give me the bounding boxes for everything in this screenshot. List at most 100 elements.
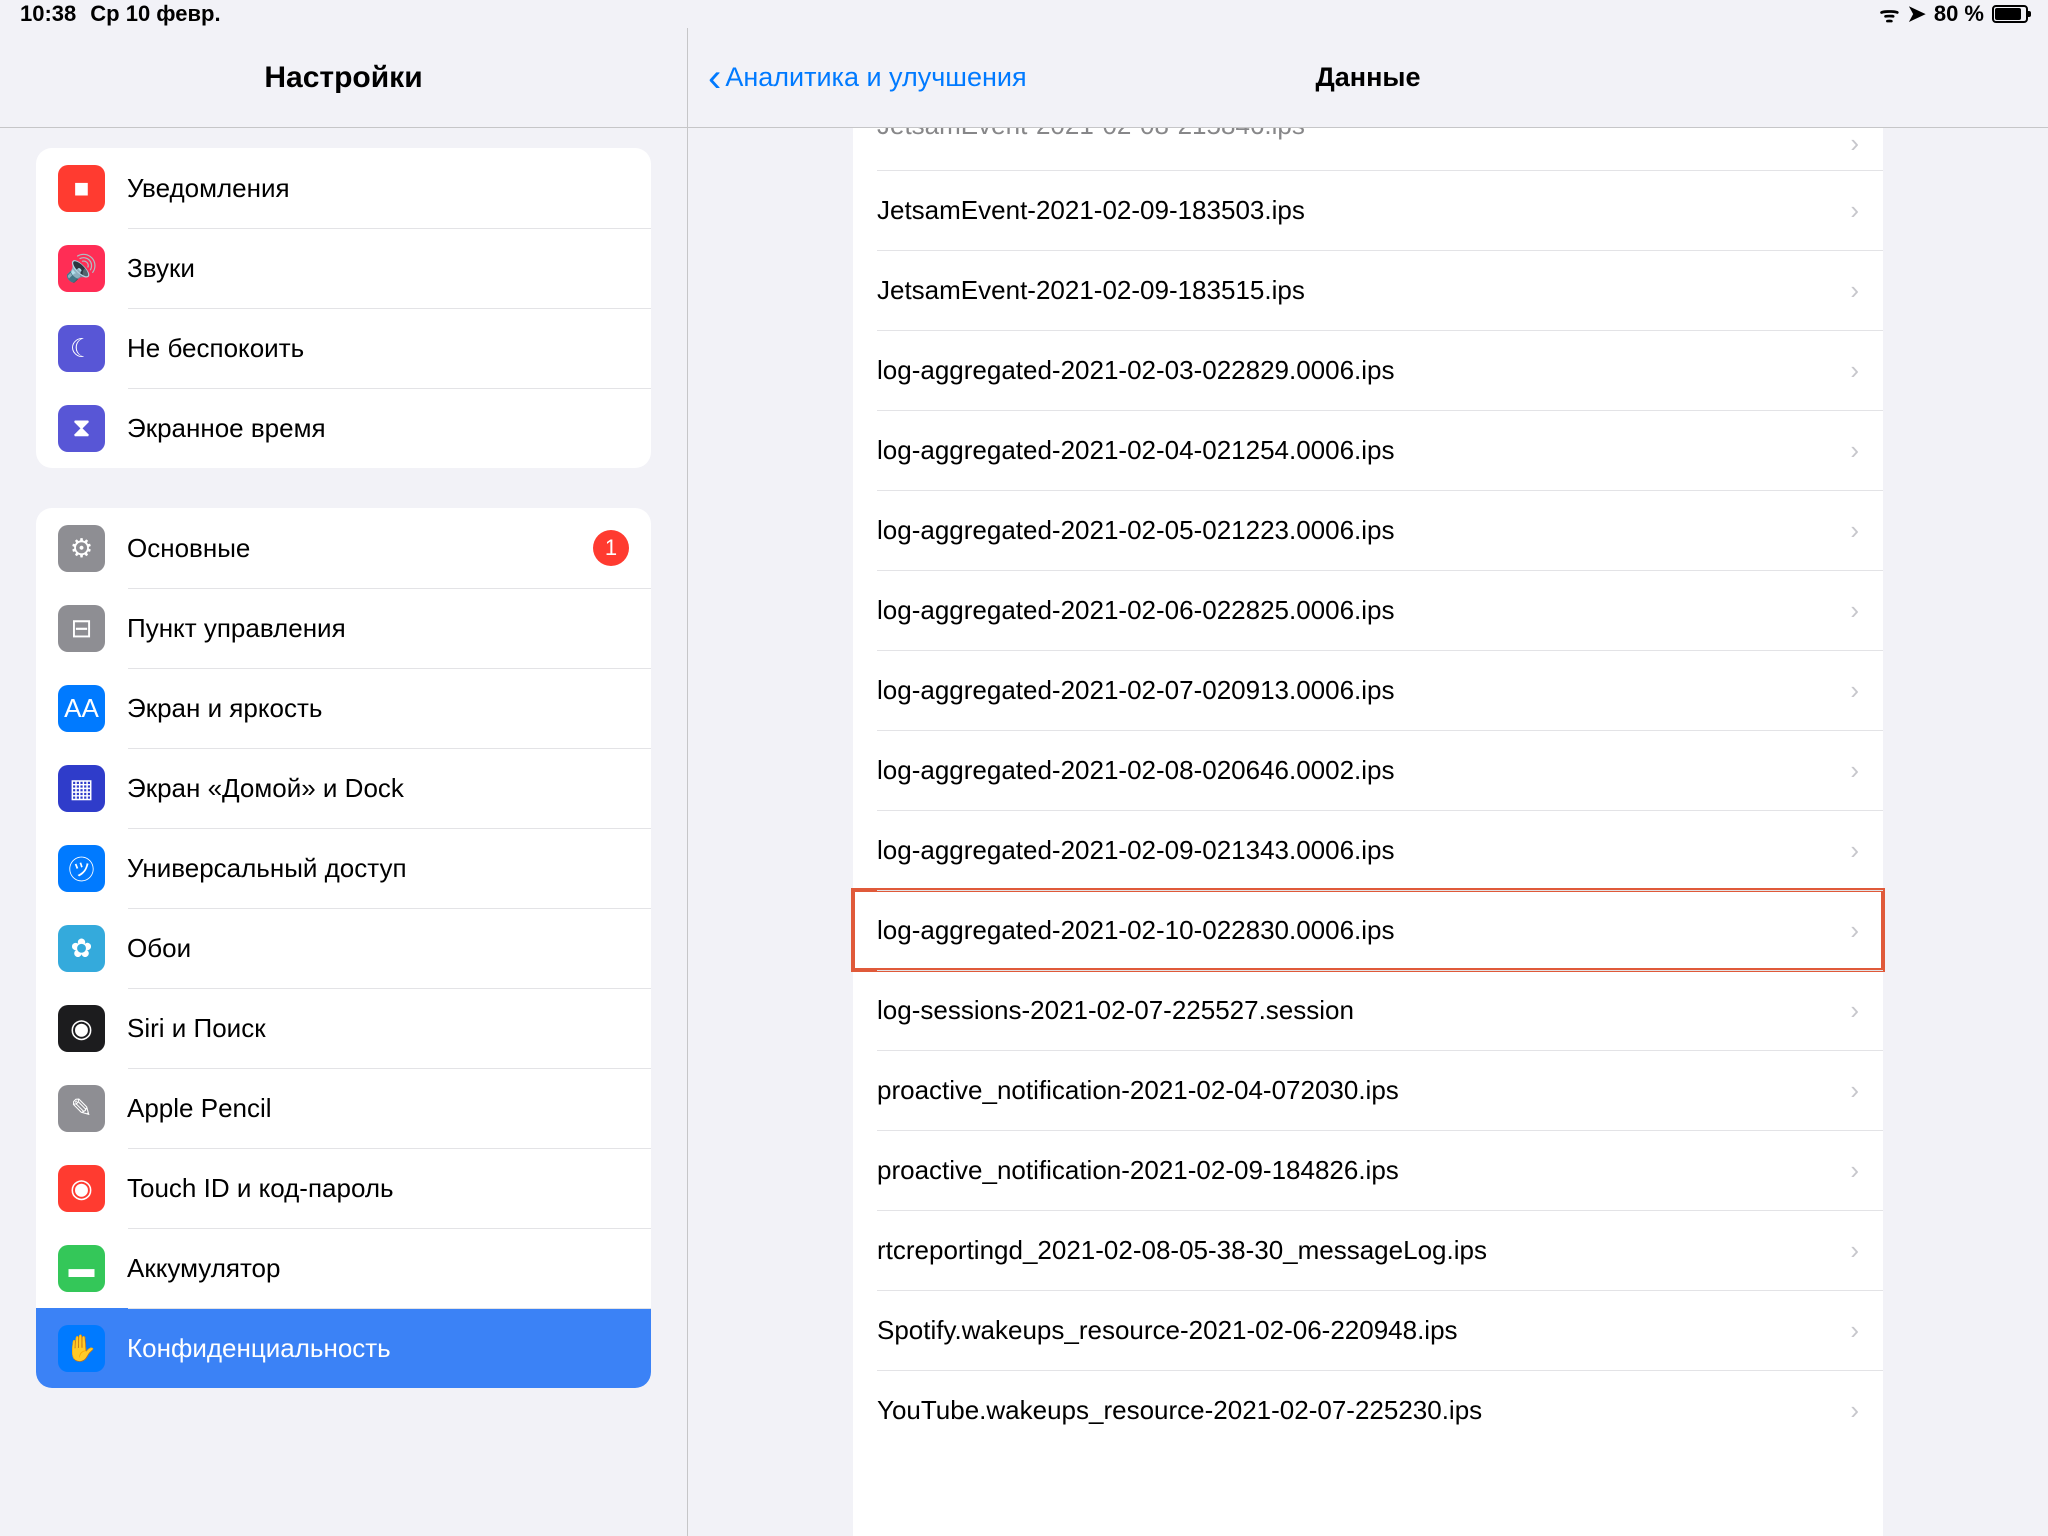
location-icon: ➤ (1907, 1, 1925, 27)
list-item[interactable]: log-aggregated-2021-02-04-021254.0006.ip… (853, 410, 1883, 490)
sidebar-item-конфиденциальность[interactable]: ✋Конфиденциальность (36, 1308, 651, 1388)
list-item[interactable]: log-aggregated-2021-02-07-020913.0006.ip… (853, 650, 1883, 730)
settings-icon: ■ (58, 165, 105, 212)
settings-icon: ✎ (58, 1085, 105, 1132)
sidebar-item-label: Не беспокоить (127, 333, 629, 364)
list-item-label: proactive_notification-2021-02-09-184826… (877, 1155, 1850, 1186)
sidebar-item-label: Экран и яркость (127, 693, 629, 724)
settings-icon: ☾ (58, 325, 105, 372)
sidebar-item-пункт-управления[interactable]: ⊟ Пункт управления (36, 588, 651, 668)
sidebar-item-siri-и-поиск[interactable]: ◉ Siri и Поиск (36, 988, 651, 1068)
chevron-right-icon: › (1850, 355, 1859, 386)
settings-icon: ⊟ (58, 605, 105, 652)
sidebar-item-label: Основные (127, 533, 593, 564)
sidebar-title: Настройки (264, 61, 422, 95)
sidebar-item-label: Touch ID и код-пароль (127, 1173, 629, 1204)
back-button[interactable]: ‹ Аналитика и улучшения (708, 58, 1027, 98)
list-item-label: log-aggregated-2021-02-04-021254.0006.ip… (877, 435, 1850, 466)
sidebar-item-label: Экран «Домой» и Dock (127, 773, 629, 804)
chevron-right-icon: › (1850, 835, 1859, 866)
chevron-right-icon: › (1850, 275, 1859, 306)
list-item[interactable]: log-aggregated-2021-02-05-021223.0006.ip… (853, 490, 1883, 570)
chevron-right-icon: › (1850, 595, 1859, 626)
sidebar-item-не-беспокоить[interactable]: ☾ Не беспокоить (36, 308, 651, 388)
list-item[interactable]: log-sessions-2021-02-07-225527.session› (853, 970, 1883, 1050)
sidebar-item-label: Звуки (127, 253, 629, 284)
sidebar-item-label: Siri и Поиск (127, 1013, 629, 1044)
list-item-label: YouTube.wakeups_resource-2021-02-07-2252… (877, 1395, 1850, 1426)
list-item[interactable]: JetsamEvent-2021-02-09-183503.ips› (853, 170, 1883, 250)
settings-icon: ▦ (58, 765, 105, 812)
sidebar-item-label: Аккумулятор (127, 1253, 629, 1284)
settings-icon: ㋡ (58, 845, 105, 892)
list-item[interactable]: log-aggregated-2021-02-08-020646.0002.ip… (853, 730, 1883, 810)
sidebar-item-обои[interactable]: ✿ Обои (36, 908, 651, 988)
list-item-label: proactive_notification-2021-02-04-072030… (877, 1075, 1850, 1106)
list-item-label: log-aggregated-2021-02-10-022830.0006.ip… (877, 915, 1850, 946)
sidebar-item-touch-id-и-код-пароль[interactable]: ◉Touch ID и код-пароль (36, 1148, 651, 1228)
status-time: 10:38 (20, 1, 76, 27)
list-item-label: log-aggregated-2021-02-08-020646.0002.ip… (877, 755, 1850, 786)
chevron-right-icon: › (1850, 1075, 1859, 1106)
back-label: Аналитика и улучшения (725, 62, 1026, 93)
chevron-right-icon: › (1850, 1315, 1859, 1346)
sidebar-item-label: Универсальный доступ (127, 853, 629, 884)
list-item-label: log-aggregated-2021-02-06-022825.0006.ip… (877, 595, 1850, 626)
main-header: ‹ Аналитика и улучшения Данные (688, 28, 2048, 128)
list-item-label: log-aggregated-2021-02-03-022829.0006.ip… (877, 355, 1850, 386)
settings-icon: ⧗ (58, 405, 105, 452)
status-date: Ср 10 февр. (90, 1, 220, 27)
chevron-right-icon: › (1850, 675, 1859, 706)
page-title: Данные (1316, 62, 1421, 93)
sidebar-item-label: Apple Pencil (127, 1093, 629, 1124)
chevron-right-icon: › (1850, 515, 1859, 546)
settings-icon: 🔊 (58, 245, 105, 292)
list-item[interactable]: log-aggregated-2021-02-06-022825.0006.ip… (853, 570, 1883, 650)
chevron-right-icon: › (1850, 1155, 1859, 1186)
list-item[interactable]: YouTube.wakeups_resource-2021-02-07-2252… (853, 1370, 1883, 1450)
settings-icon: ◉ (58, 1005, 105, 1052)
sidebar-item-label: Пункт управления (127, 613, 629, 644)
list-item[interactable]: JetsamEvent-2021-02-09-183515.ips› (853, 250, 1883, 330)
sidebar-item-универсальный-доступ[interactable]: ㋡ Универсальный доступ (36, 828, 651, 908)
list-item[interactable]: proactive_notification-2021-02-04-072030… (853, 1050, 1883, 1130)
chevron-left-icon: ‹ (708, 58, 721, 98)
chevron-right-icon: › (1850, 1235, 1859, 1266)
chevron-right-icon: › (1850, 755, 1859, 786)
analytics-data-list: JetsamEvent-2021-02-08-215846.ips›Jetsam… (853, 128, 1883, 1536)
battery-icon (1992, 5, 2028, 23)
list-item-label: JetsamEvent-2021-02-08-215846.ips (877, 128, 1850, 141)
list-item[interactable]: log-aggregated-2021-02-10-022830.0006.ip… (853, 890, 1883, 970)
sidebar-item-label: Обои (127, 933, 629, 964)
list-item-label: log-aggregated-2021-02-09-021343.0006.ip… (877, 835, 1850, 866)
sidebar-item-звуки[interactable]: 🔊 Звуки (36, 228, 651, 308)
sidebar-item-аккумулятор[interactable]: ▬Аккумулятор (36, 1228, 651, 1308)
sidebar-item-уведомления[interactable]: ■ Уведомления (36, 148, 651, 228)
list-item[interactable]: log-aggregated-2021-02-03-022829.0006.ip… (853, 330, 1883, 410)
chevron-right-icon: › (1850, 995, 1859, 1026)
notification-badge: 1 (593, 530, 629, 566)
list-item-label: JetsamEvent-2021-02-09-183503.ips (877, 195, 1850, 226)
list-item-label: Spotify.wakeups_resource-2021-02-06-2209… (877, 1315, 1850, 1346)
status-bar: 10:38 Ср 10 февр. ᯤ ➤ 80 % (0, 0, 2048, 28)
list-item[interactable]: rtcreportingd_2021-02-08-05-38-30_messag… (853, 1210, 1883, 1290)
list-item[interactable]: Spotify.wakeups_resource-2021-02-06-2209… (853, 1290, 1883, 1370)
list-item-label: log-aggregated-2021-02-05-021223.0006.ip… (877, 515, 1850, 546)
sidebar-item-label: Уведомления (127, 173, 629, 204)
list-item[interactable]: log-aggregated-2021-02-09-021343.0006.ip… (853, 810, 1883, 890)
sidebar-item-экран-домой-и-dock[interactable]: ▦ Экран «Домой» и Dock (36, 748, 651, 828)
battery-percent: 80 % (1934, 1, 1984, 27)
chevron-right-icon: › (1850, 195, 1859, 226)
chevron-right-icon: › (1850, 915, 1859, 946)
settings-icon: ✿ (58, 925, 105, 972)
sidebar-item-экранное-время[interactable]: ⧗ Экранное время (36, 388, 651, 468)
list-item[interactable]: proactive_notification-2021-02-09-184826… (853, 1130, 1883, 1210)
sidebar-item-основные[interactable]: ⚙Основные1 (36, 508, 651, 588)
sidebar-item-label: Экранное время (127, 413, 629, 444)
chevron-right-icon: › (1850, 128, 1859, 159)
list-item[interactable]: JetsamEvent-2021-02-08-215846.ips› (853, 128, 1883, 170)
sidebar-header: Настройки (0, 28, 687, 128)
sidebar-item-apple-pencil[interactable]: ✎ Apple Pencil (36, 1068, 651, 1148)
sidebar-item-экран-и-яркость[interactable]: AAЭкран и яркость (36, 668, 651, 748)
settings-icon: ✋ (58, 1325, 105, 1372)
